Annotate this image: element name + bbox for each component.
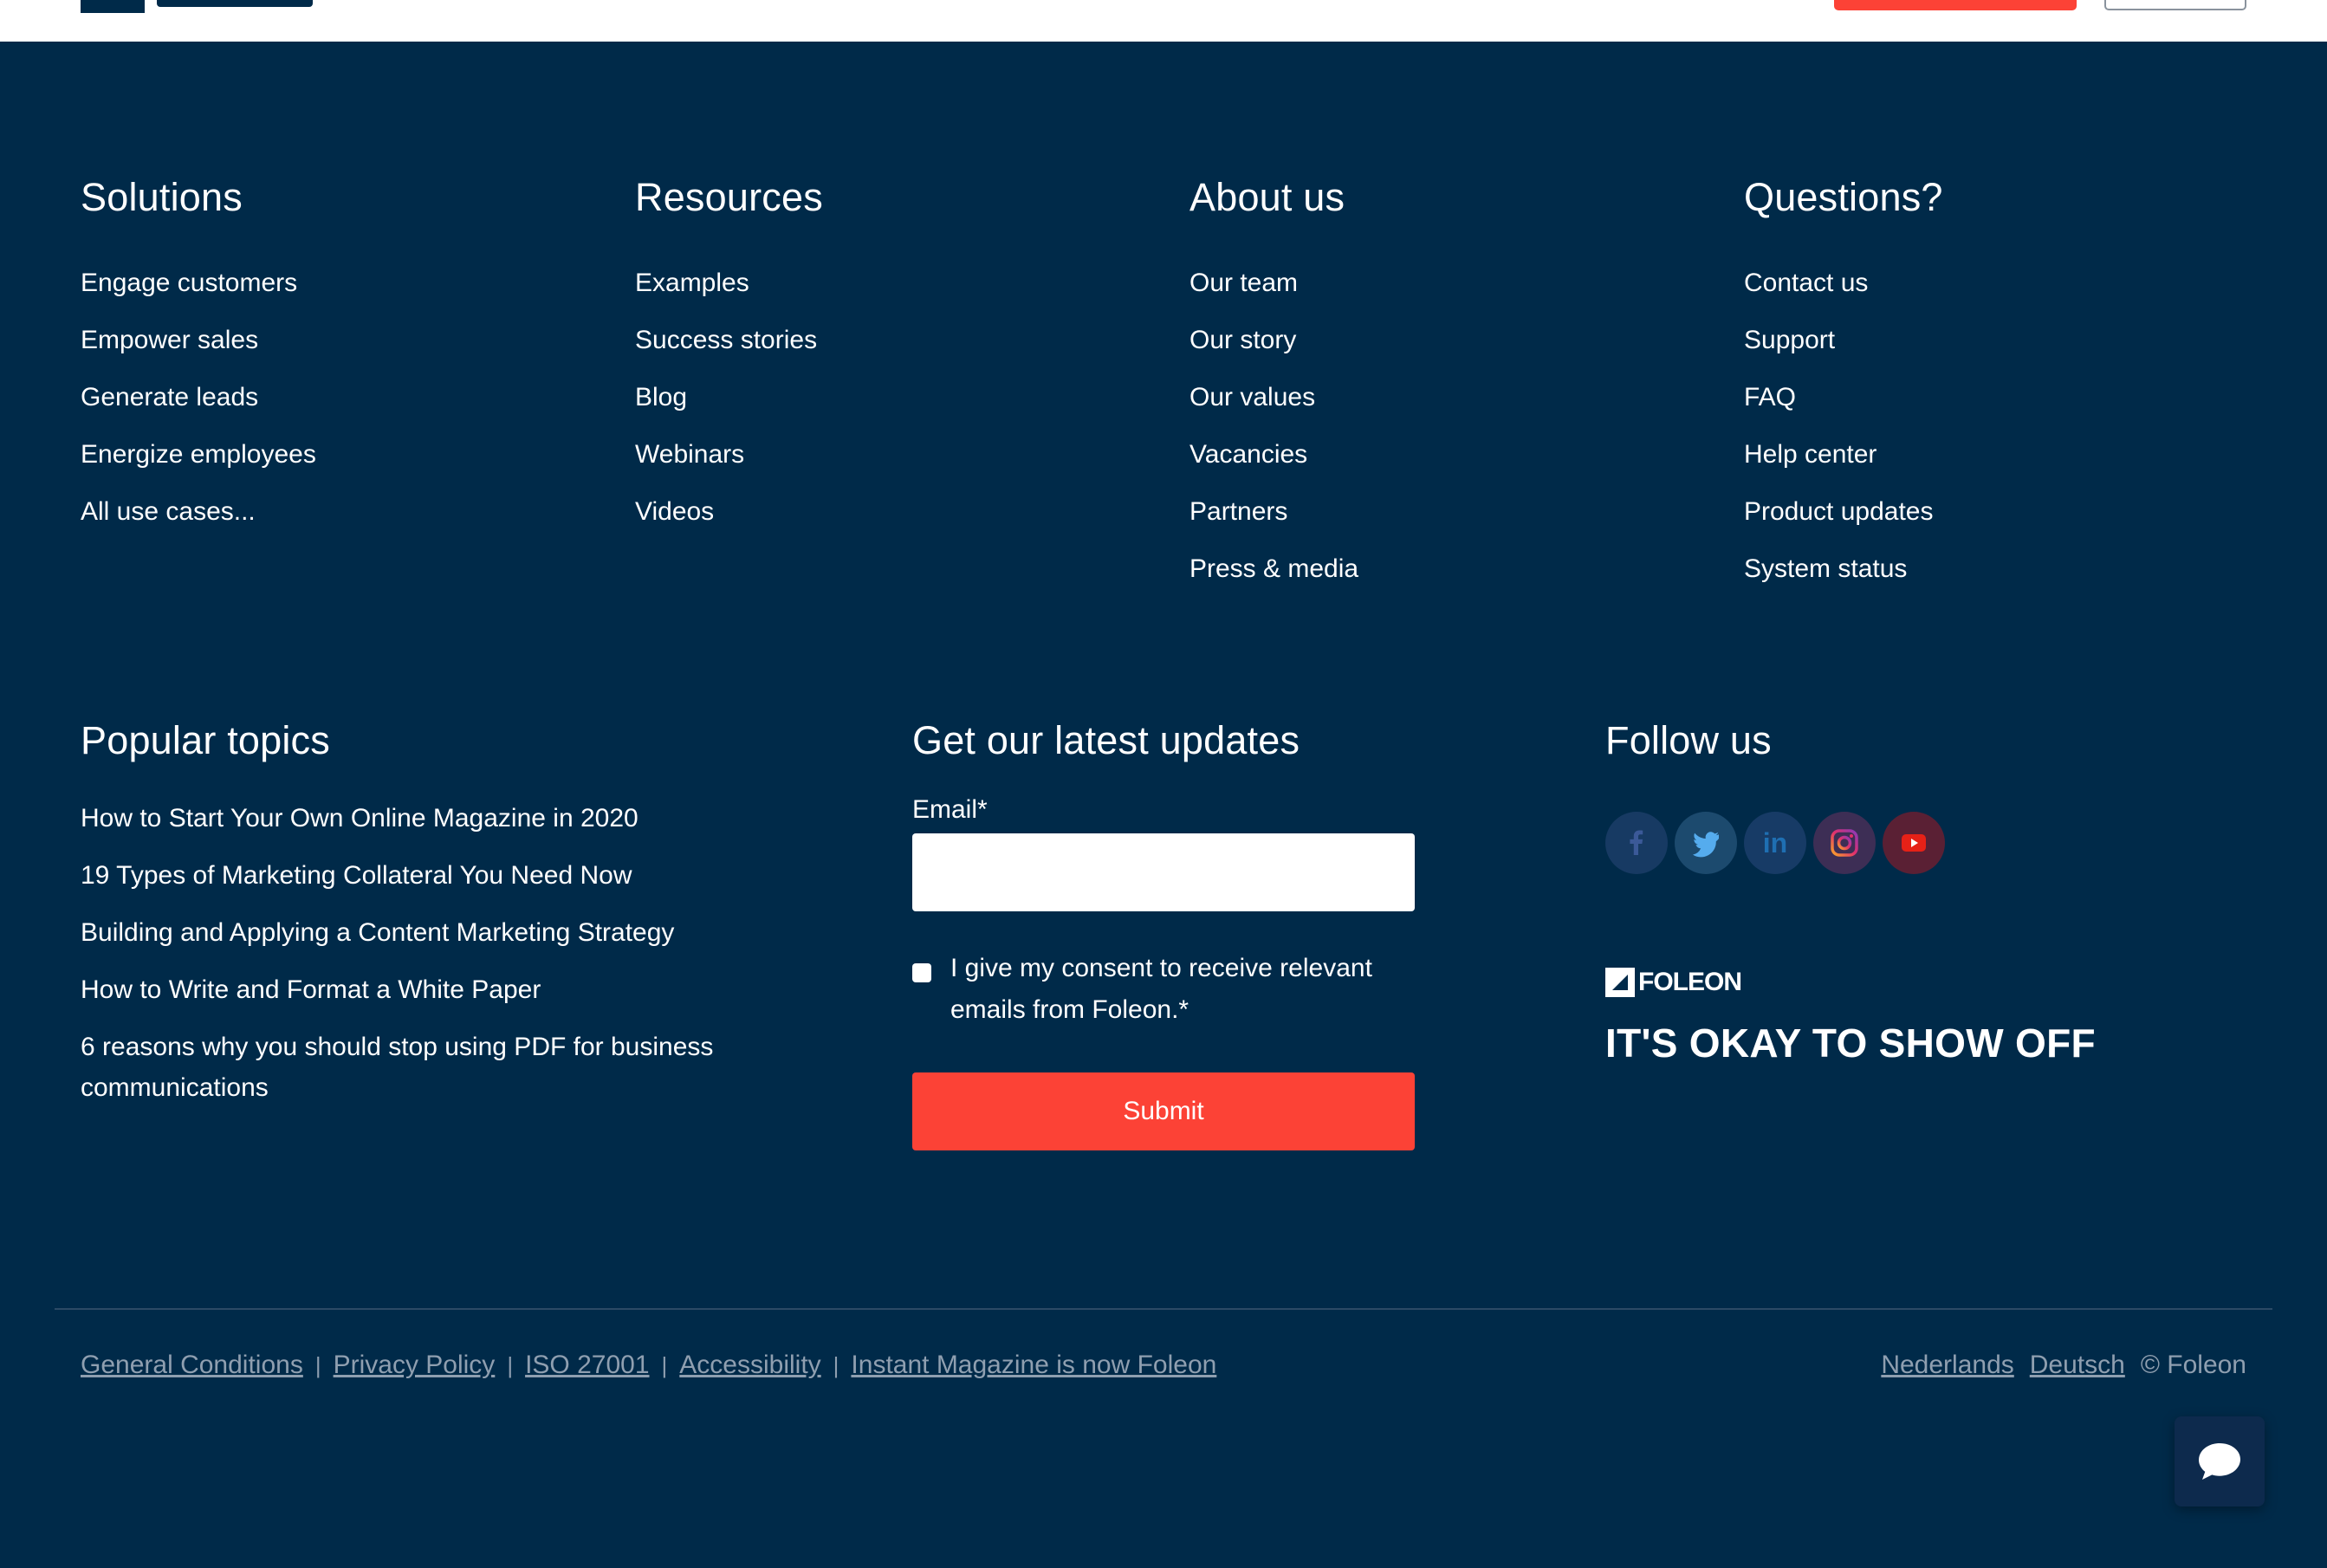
facebook-icon[interactable] bbox=[1605, 812, 1668, 874]
linkedin-icon[interactable]: in bbox=[1744, 812, 1806, 874]
consent-row: I give my consent to receive relevant em… bbox=[912, 953, 1432, 1031]
popular-topics-section: Popular topics How to Start Your Own Onl… bbox=[81, 715, 826, 1124]
foleon-logo-mark-icon bbox=[81, 0, 145, 13]
footer-link[interactable]: Our team bbox=[1189, 255, 1358, 312]
tagline: IT'S OKAY TO SHOW OFF bbox=[1605, 1020, 2096, 1066]
footer-link[interactable]: FAQ bbox=[1744, 369, 1943, 426]
social-links: in bbox=[1605, 812, 2096, 874]
follow-section: Follow us in FOLEON IT'S OKAY TO SHOW OF… bbox=[1605, 715, 2096, 1068]
footer-link[interactable]: Our story bbox=[1189, 312, 1358, 369]
footer-column-questions: Questions? Contact us Support FAQ Help c… bbox=[1744, 172, 1943, 598]
chat-bubble-icon bbox=[2199, 1443, 2240, 1480]
footer-link[interactable]: Product updates bbox=[1744, 483, 1943, 541]
top-header bbox=[0, 0, 2327, 42]
footer-link[interactable]: Contact us bbox=[1744, 255, 1943, 312]
legal-link-iso[interactable]: ISO 27001 bbox=[525, 1345, 649, 1385]
svg-text:in: in bbox=[1763, 827, 1787, 859]
header-logo[interactable] bbox=[81, 0, 313, 13]
column-heading: About us bbox=[1189, 175, 1345, 219]
footer-link[interactable]: Energize employees bbox=[81, 426, 316, 483]
topic-link[interactable]: 6 reasons why you should stop using PDF … bbox=[81, 1027, 826, 1108]
legal-links: General Conditions | Privacy Policy | IS… bbox=[81, 1345, 1216, 1385]
foleon-brand-logo[interactable]: FOLEON bbox=[1605, 968, 2096, 997]
topic-link[interactable]: How to Write and Format a White Paper bbox=[81, 969, 826, 1010]
header-secondary-button[interactable] bbox=[2104, 0, 2246, 10]
twitter-icon[interactable] bbox=[1675, 812, 1737, 874]
footer-link[interactable]: All use cases... bbox=[81, 483, 316, 541]
footer-link[interactable]: Generate leads bbox=[81, 369, 316, 426]
legal-link-privacy-policy[interactable]: Privacy Policy bbox=[334, 1345, 496, 1385]
footer-column-about: About us Our team Our story Our values V… bbox=[1189, 172, 1358, 598]
footer-link[interactable]: Our values bbox=[1189, 369, 1358, 426]
legal-link-instant-magazine[interactable]: Instant Magazine is now Foleon bbox=[851, 1345, 1216, 1385]
brand-name: FOLEON bbox=[1638, 968, 1742, 996]
footer-link[interactable]: Vacancies bbox=[1189, 426, 1358, 483]
foleon-logo-wordmark bbox=[157, 0, 313, 7]
language-link-deutsch[interactable]: Deutsch bbox=[2030, 1345, 2125, 1385]
footer-link[interactable]: Press & media bbox=[1189, 541, 1358, 598]
column-heading: Solutions bbox=[81, 175, 243, 219]
legal-link-accessibility[interactable]: Accessibility bbox=[679, 1345, 820, 1385]
footer-link[interactable]: Help center bbox=[1744, 426, 1943, 483]
footer-link[interactable]: Webinars bbox=[635, 426, 823, 483]
footer-link[interactable]: Engage customers bbox=[81, 255, 316, 312]
footer-link[interactable]: Videos bbox=[635, 483, 823, 541]
topic-link[interactable]: Building and Applying a Content Marketin… bbox=[81, 912, 826, 953]
language-switcher: Nederlands Deutsch © Foleon bbox=[1865, 1345, 2246, 1385]
separator: | bbox=[507, 1352, 514, 1378]
footer-divider bbox=[55, 1308, 2272, 1310]
section-heading: Get our latest updates bbox=[912, 718, 1300, 762]
legal-link-general-conditions[interactable]: General Conditions bbox=[81, 1345, 303, 1385]
footer-column-resources: Resources Examples Success stories Blog … bbox=[635, 172, 823, 541]
footer-link[interactable]: Support bbox=[1744, 312, 1943, 369]
chat-button[interactable] bbox=[2175, 1416, 2265, 1506]
footer-link[interactable]: Success stories bbox=[635, 312, 823, 369]
column-heading: Resources bbox=[635, 175, 823, 219]
header-cta-button[interactable] bbox=[1834, 0, 2077, 10]
separator: | bbox=[833, 1352, 839, 1378]
copyright: © Foleon bbox=[2140, 1351, 2246, 1379]
separator: | bbox=[661, 1352, 668, 1378]
language-link-nederlands[interactable]: Nederlands bbox=[1881, 1345, 2013, 1385]
consent-checkbox[interactable] bbox=[912, 963, 931, 982]
topic-link[interactable]: 19 Types of Marketing Collateral You Nee… bbox=[81, 855, 826, 896]
submit-button[interactable]: Submit bbox=[912, 1072, 1415, 1150]
footer-link[interactable]: Partners bbox=[1189, 483, 1358, 541]
consent-label: I give my consent to receive relevant em… bbox=[950, 954, 1372, 1024]
footer-link[interactable]: System status bbox=[1744, 541, 1943, 598]
column-heading: Questions? bbox=[1744, 175, 1943, 219]
email-field[interactable] bbox=[912, 833, 1415, 911]
instagram-icon[interactable] bbox=[1813, 812, 1876, 874]
footer-link[interactable]: Examples bbox=[635, 255, 823, 312]
footer-link[interactable]: Empower sales bbox=[81, 312, 316, 369]
footer-link[interactable]: Blog bbox=[635, 369, 823, 426]
section-heading: Popular topics bbox=[81, 718, 330, 762]
section-heading: Follow us bbox=[1605, 718, 1772, 762]
foleon-logo-mark-icon bbox=[1605, 968, 1635, 997]
footer-column-solutions: Solutions Engage customers Empower sales… bbox=[81, 172, 316, 541]
separator: | bbox=[314, 1352, 321, 1378]
email-label: Email* bbox=[912, 795, 988, 824]
topic-link[interactable]: How to Start Your Own Online Magazine in… bbox=[81, 798, 826, 839]
newsletter-section: Get our latest updates Email* I give my … bbox=[912, 715, 1432, 1150]
youtube-icon[interactable] bbox=[1883, 812, 1945, 874]
